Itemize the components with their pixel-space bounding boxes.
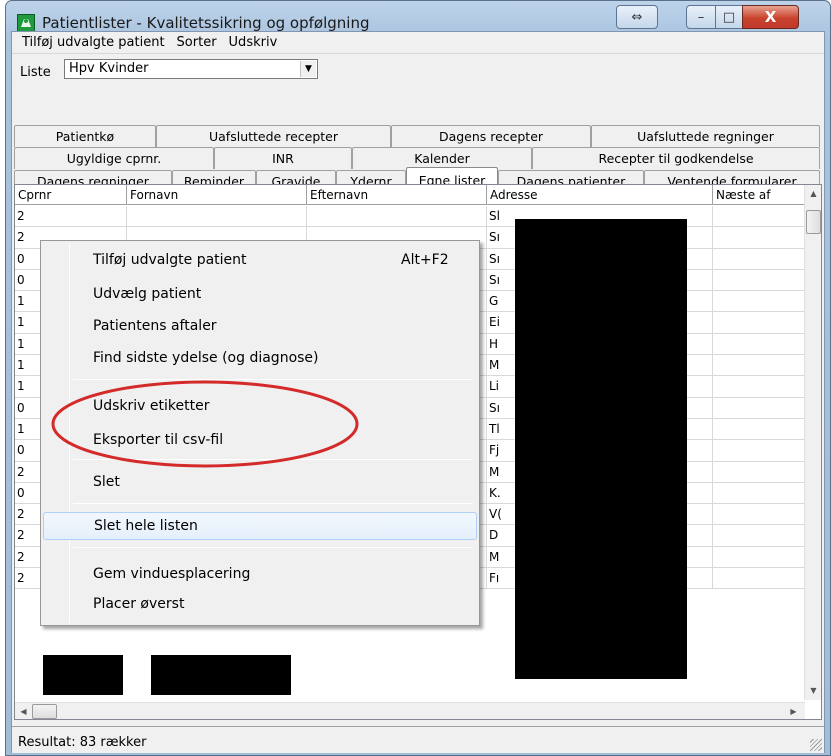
list-selector-row: Liste Hpv Kvinder ▼ <box>12 55 824 85</box>
table-cell <box>713 355 805 376</box>
resize-icon: ⇔ <box>631 9 643 25</box>
table-cell <box>307 206 487 227</box>
ctx-item-label: Slet hele listen <box>94 518 198 534</box>
list-dropdown-value: Hpv Kvinder <box>69 61 149 76</box>
menu-separator <box>73 459 473 460</box>
status-bar: Resultat: 83 rækker <box>12 726 824 753</box>
ctx-item-delete[interactable]: Slet <box>43 469 477 495</box>
menu-separator <box>73 379 473 380</box>
col-header-fornavn[interactable]: Fornavn <box>127 185 307 205</box>
tab-row-2: Ugyldige cprnr. INR Kalender Recepter ti… <box>14 147 826 169</box>
tab-inr[interactable]: INR <box>214 147 352 169</box>
table-cell <box>713 440 805 461</box>
ctx-item-label: Udskriv etiketter <box>93 398 210 414</box>
ctx-item-label: Eksporter til csv-fil <box>93 432 224 448</box>
col-header-adresse[interactable]: Adresse <box>487 185 713 205</box>
ctx-item-delete-whole-list[interactable]: Slet hele listen <box>43 512 477 540</box>
redaction-block <box>43 655 123 695</box>
table-cell <box>713 248 805 269</box>
grid-header: Cprnr Fornavn Efternavn Adresse Næste af <box>15 185 805 205</box>
ctx-item-label: Find sidste ydelse (og diagnose) <box>93 350 319 366</box>
menu-sort[interactable]: Sorter <box>171 35 223 50</box>
ctx-item-print-labels[interactable]: Udskriv etiketter <box>43 393 477 419</box>
tab-uafsluttede-recepter[interactable]: Uafsluttede recepter <box>156 125 391 147</box>
tab-dagens-recepter[interactable]: Dagens recepter <box>391 125 591 147</box>
ctx-item-patient-appointments[interactable]: Patientens aftaler <box>43 313 477 339</box>
horizontal-scroll-thumb[interactable] <box>32 704 57 719</box>
chevron-down-icon[interactable]: ▼ <box>300 61 316 77</box>
status-result-count: Resultat: 83 rækker <box>18 735 147 750</box>
table-cell <box>713 333 805 355</box>
tab-ugyldige-cprnr[interactable]: Ugyldige cprnr. <box>14 147 214 169</box>
redaction-block <box>515 219 687 679</box>
horizontal-scrollbar[interactable]: ◀ ▶ <box>15 702 805 719</box>
menu-separator <box>73 503 473 504</box>
redaction-block <box>151 655 291 695</box>
table-cell <box>713 504 805 525</box>
tab-uafsluttede-regninger[interactable]: Uafsluttede regninger <box>591 125 820 147</box>
table-cell <box>713 269 805 291</box>
vertical-scroll-thumb[interactable] <box>806 210 821 234</box>
ctx-item-place-on-top[interactable]: Placer øverst <box>43 591 477 617</box>
menu-separator <box>73 547 473 548</box>
ctx-item-add-patient[interactable]: Tilføj udvalgte patient Alt+F2 <box>43 247 477 273</box>
tab-row-1: Patientkø Uafsluttede recepter Dagens re… <box>14 125 826 147</box>
ctx-item-label: Placer øverst <box>93 596 185 612</box>
table-cell <box>713 397 805 418</box>
ctx-item-export-csv[interactable]: Eksporter til csv-fil <box>43 427 477 453</box>
vertical-scrollbar[interactable]: ▲ ▼ <box>804 185 821 700</box>
ctx-item-label: Patientens aftaler <box>93 318 217 334</box>
app-icon <box>17 14 35 32</box>
tab-kalender[interactable]: Kalender <box>352 147 532 169</box>
resize-toggle-button[interactable]: ⇔ <box>616 5 658 29</box>
ctx-item-shortcut: Alt+F2 <box>401 252 449 268</box>
table-cell <box>713 461 805 482</box>
col-header-cprnr[interactable]: Cprnr <box>15 185 127 205</box>
maximize-button[interactable]: □ <box>715 5 743 29</box>
table-cell <box>713 525 805 546</box>
col-header-efternavn[interactable]: Efternavn <box>307 185 487 205</box>
ctx-item-label: Udvælg patient <box>93 286 202 302</box>
ctx-item-select-patient[interactable]: Udvælg patient <box>43 281 477 307</box>
tab-patientko[interactable]: Patientkø <box>14 125 156 147</box>
context-menu: Tilføj udvalgte patient Alt+F2 Udvælg pa… <box>40 240 480 626</box>
ctx-item-label: Tilføj udvalgte patient <box>93 252 247 268</box>
close-button[interactable]: X <box>742 5 799 29</box>
window-title: Patientlister - Kvalitetssikring og opfø… <box>42 14 370 32</box>
table-cell <box>127 206 307 227</box>
ctx-item-label: Slet <box>93 474 120 490</box>
minimize-button[interactable]: – <box>686 5 716 29</box>
resize-grip-icon[interactable] <box>810 739 822 751</box>
menu-add-patient[interactable]: Tilføj udvalgte patient <box>16 35 171 50</box>
table-cell <box>713 227 805 248</box>
minimize-icon: – <box>697 9 705 25</box>
list-dropdown[interactable]: Hpv Kvinder ▼ <box>64 59 318 79</box>
table-cell <box>713 546 805 568</box>
table-cell <box>713 376 805 397</box>
table-cell <box>713 206 805 227</box>
menu-print[interactable]: Udskriv <box>223 35 284 50</box>
table-cell <box>713 291 805 312</box>
scroll-left-icon[interactable]: ◀ <box>15 703 32 719</box>
table-cell <box>713 418 805 440</box>
table-cell: 2 <box>15 206 127 227</box>
table-cell <box>713 568 805 589</box>
close-icon: X <box>764 8 777 26</box>
scroll-down-icon[interactable]: ▼ <box>805 682 821 699</box>
col-header-naeste-af[interactable]: Næste af <box>713 185 805 205</box>
ctx-item-label: Gem vinduesplacering <box>93 566 251 582</box>
scroll-right-icon[interactable]: ▶ <box>785 703 802 719</box>
table-cell <box>713 312 805 333</box>
ctx-item-save-window-position[interactable]: Gem vinduesplacering <box>43 561 477 587</box>
ctx-item-find-last-service[interactable]: Find sidste ydelse (og diagnose) <box>43 345 477 371</box>
list-label: Liste <box>20 65 51 80</box>
scroll-up-icon[interactable]: ▲ <box>805 185 821 202</box>
menu-bar: Tilføj udvalgte patient Sorter Udskriv <box>12 32 824 54</box>
maximize-icon: □ <box>722 9 736 25</box>
table-cell <box>713 482 805 504</box>
tab-recepter-til-godkendelse[interactable]: Recepter til godkendelse <box>532 147 820 169</box>
